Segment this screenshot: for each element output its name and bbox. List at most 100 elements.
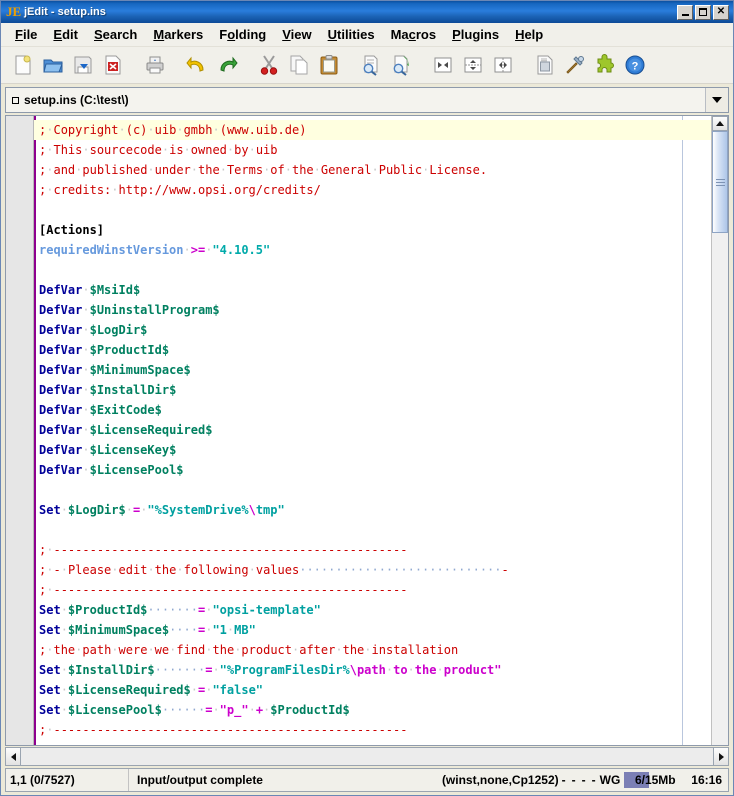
wrap-mode-flag[interactable]: WG <box>599 773 622 787</box>
print-icon[interactable] <box>141 51 169 79</box>
code-line: DefVar·$InstallDir$ <box>39 380 711 400</box>
encoding-flag[interactable]: - <box>569 773 579 787</box>
scroll-left-button[interactable] <box>5 747 21 766</box>
split-horizontal-icon[interactable] <box>459 51 487 79</box>
editor-gutter[interactable] <box>6 116 34 745</box>
code-token: · <box>82 363 90 377</box>
code-token: Set <box>39 623 61 637</box>
code-token: Please <box>67 563 112 577</box>
open-file-icon[interactable] <box>39 51 67 79</box>
save-file-icon[interactable] <box>69 51 97 79</box>
code-token: · <box>118 123 126 137</box>
code-token: Set <box>39 603 61 617</box>
code-token: · <box>60 623 68 637</box>
maximize-button[interactable] <box>695 4 711 20</box>
code-token: product <box>241 643 292 657</box>
menu-search[interactable]: Search <box>86 26 145 44</box>
menu-markers[interactable]: Markers <box>145 26 211 44</box>
code-token: · <box>111 643 119 657</box>
code-token: under <box>154 163 191 177</box>
menu-edit[interactable]: Edit <box>45 26 86 44</box>
scroll-up-button[interactable] <box>712 116 728 131</box>
split-vertical-icon[interactable] <box>489 51 517 79</box>
code-token: $InstallDir$ <box>67 663 155 677</box>
menu-folding[interactable]: Folding <box>211 26 274 44</box>
unsplit-icon[interactable] <box>429 51 457 79</box>
multi-select-flag[interactable]: - <box>589 773 599 787</box>
code-token: · <box>161 143 170 157</box>
buffer-selector[interactable]: setup.ins (C:\test\) <box>5 87 729 113</box>
undo-icon[interactable] <box>183 51 211 79</box>
code-token: ···························· <box>299 563 502 577</box>
code-token: - <box>53 563 61 577</box>
menu-utilities[interactable]: Utilities <box>320 26 383 44</box>
redo-icon[interactable] <box>213 51 241 79</box>
source-code[interactable]: ;·Copyright·(c)·uib·gmbh·(www.uib.de) ;·T… <box>34 116 711 740</box>
code-token: · <box>183 143 191 157</box>
horizontal-scroll-track[interactable] <box>21 747 713 766</box>
find-next-icon[interactable] <box>387 51 415 79</box>
menu-macros[interactable]: Macros <box>383 26 445 44</box>
code-token: \ <box>248 503 256 517</box>
code-token: · <box>147 643 155 657</box>
horizontal-scrollbar[interactable] <box>5 747 729 766</box>
new-file-icon[interactable] <box>9 51 37 79</box>
buffer-mode[interactable]: (winst,none,Cp1252) <box>442 773 559 787</box>
code-line: DefVar·$ExitCode$ <box>39 400 711 420</box>
copy-icon[interactable] <box>285 51 313 79</box>
code-token: installation <box>371 643 459 657</box>
scroll-grip-icon <box>715 177 725 188</box>
vertical-scroll-track[interactable] <box>712 131 728 745</box>
log-icon[interactable] <box>531 51 559 79</box>
code-token: $LicenseRequired$ <box>89 423 213 437</box>
editor-area: ;·Copyright·(c)·uib·gmbh·(www.uib.de) ;·T… <box>5 115 729 746</box>
code-token: of <box>270 163 285 177</box>
find-icon[interactable] <box>357 51 385 79</box>
menu-help[interactable]: Help <box>507 26 551 44</box>
menu-plugins[interactable]: Plugins <box>444 26 507 44</box>
options-icon[interactable] <box>561 51 589 79</box>
memory-status[interactable]: 6/15Mb <box>624 772 687 788</box>
vertical-scroll-thumb[interactable] <box>712 131 728 233</box>
minimize-button[interactable] <box>677 4 693 20</box>
code-token: "p_" <box>219 703 249 717</box>
close-button[interactable]: ✕ <box>713 4 729 20</box>
code-line: DefVar·$ProductId$ <box>39 340 711 360</box>
code-token: $ProductId$ <box>89 343 170 357</box>
menu-file[interactable]: File <box>7 26 45 44</box>
plugin-manager-icon[interactable] <box>591 51 619 79</box>
code-token: DefVar <box>39 303 83 317</box>
paste-icon[interactable] <box>315 51 343 79</box>
code-token: the <box>212 643 235 657</box>
code-token: product" <box>443 663 502 677</box>
text-area[interactable]: ;·Copyright·(c)·uib·gmbh·(www.uib.de) ;·T… <box>34 116 711 745</box>
code-token: DefVar <box>39 383 83 397</box>
help-icon[interactable]: ? <box>621 51 649 79</box>
code-token: MB" <box>234 623 256 637</box>
cut-icon[interactable] <box>255 51 283 79</box>
close-file-icon[interactable] <box>99 51 127 79</box>
buffer-state-icon <box>12 96 19 104</box>
menu-view[interactable]: View <box>274 26 319 44</box>
code-token: find <box>176 643 206 657</box>
code-token: General <box>320 163 372 177</box>
buffer-dropdown-button[interactable] <box>705 88 728 112</box>
code-token: · <box>82 343 90 357</box>
code-token: we <box>154 643 170 657</box>
status-message: Input/output complete <box>137 773 263 787</box>
code-token: is <box>169 143 184 157</box>
toolbar-separator <box>171 55 183 75</box>
fold-mode-flag[interactable]: - <box>559 773 569 787</box>
code-line: ;·--------------------------------------… <box>39 580 711 600</box>
toolbar-separator <box>345 55 357 75</box>
line-sep-flag[interactable]: - <box>579 773 589 787</box>
scroll-right-button[interactable] <box>713 747 729 766</box>
code-token: ----------------------------------------… <box>53 723 408 737</box>
vertical-scrollbar[interactable] <box>711 116 728 745</box>
code-token: · <box>125 503 133 517</box>
code-token: ···· <box>169 623 198 637</box>
